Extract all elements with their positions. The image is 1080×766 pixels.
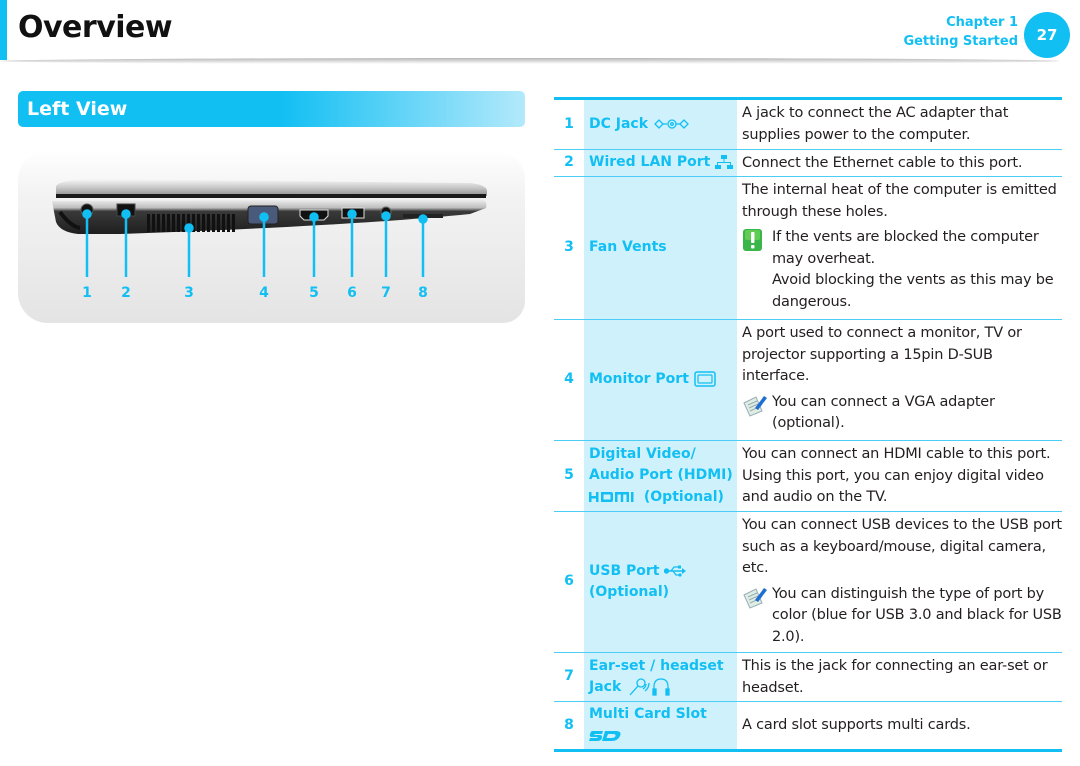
usb-icon	[664, 565, 687, 577]
row-number: 4	[554, 320, 584, 440]
ports-table: 1 DC Jack A jack to connect the AC adapt…	[554, 97, 1062, 752]
memo-text: You can connect a VGA adapter (optional)…	[772, 393, 995, 432]
port-description: This is the jack for connecting an ear-s…	[742, 658, 1048, 696]
port-name-text: USB Port	[589, 562, 660, 579]
table-row: 7 Ear-set / headset Jack This is the jac…	[554, 652, 1062, 701]
row-number: 8	[554, 702, 584, 749]
hdmi-icon	[589, 491, 634, 502]
port-name: Digital Video/ Audio Port (HDMI) (Option…	[584, 441, 737, 511]
lid-gap	[56, 194, 486, 198]
table-row: 8 Multi Card Slot A card slot supports m…	[554, 701, 1062, 749]
port-name-text: Wired LAN Port	[589, 154, 711, 171]
port-description: You can connect an HDMI cable to this po…	[742, 446, 1051, 505]
chapter-title: Getting Started	[903, 34, 1018, 49]
port-name-text: (Optional)	[589, 584, 670, 600]
port-name: Ear-set / headset Jack	[584, 653, 737, 701]
callout-3: 3	[184, 285, 194, 301]
callout-7: 7	[381, 285, 391, 301]
callout-4: 4	[259, 285, 269, 301]
callout-1: 1	[82, 285, 92, 301]
port-name: Fan Vents	[584, 177, 737, 319]
port-description: A jack to connect the AC adapter that su…	[742, 105, 1009, 143]
warning-icon	[743, 229, 762, 251]
port-name: Multi Card Slot	[584, 702, 737, 749]
page-number-badge: 27	[1024, 12, 1070, 58]
table-row: 3 Fan Vents The internal heat of the com…	[554, 176, 1062, 319]
callout-8: 8	[418, 285, 428, 301]
port-description: You can connect USB devices to the USB p…	[742, 517, 1062, 576]
row-number: 1	[554, 100, 584, 149]
port-name: USB Port (Optional)	[584, 512, 737, 652]
memo-note: You can distinguish the type of port by …	[742, 584, 1062, 649]
port-name-text: (Optional)	[643, 488, 724, 505]
memo-text: You can distinguish the type of port by …	[772, 585, 1062, 645]
table-row: 2 Wired LAN Port Connect the Ethernet ca…	[554, 149, 1062, 176]
row-number: 7	[554, 653, 584, 701]
sd-card-icon	[589, 730, 621, 741]
table-row: 1 DC Jack A jack to connect the AC adapt…	[554, 100, 1062, 149]
callout-6: 6	[347, 285, 357, 301]
table-row: 5 Digital Video/ Audio Port (HDMI) (Opti…	[554, 440, 1062, 511]
callout-2: 2	[121, 285, 131, 301]
laptop-lid	[56, 179, 488, 196]
memo-icon	[743, 395, 767, 417]
callout-5: 5	[309, 285, 319, 301]
port-name-text: Jack	[589, 679, 622, 695]
memo-note: You can connect a VGA adapter (optional)…	[742, 392, 1062, 435]
port-name-text: Fan Vents	[589, 239, 667, 256]
row-number: 6	[554, 512, 584, 652]
microphone-headphone-icon	[629, 678, 670, 696]
port-description: The internal heat of the computer is emi…	[742, 182, 1057, 220]
laptop-illustration	[52, 179, 488, 277]
port-name-text: Ear-set / headset	[589, 657, 724, 674]
port-description: Connect the Ethernet cable to this port.	[742, 155, 1023, 171]
dc-jack-icon	[654, 118, 689, 129]
lan-icon	[715, 155, 734, 170]
row-number: 2	[554, 150, 584, 176]
port-name: Monitor Port	[584, 320, 737, 440]
port-name-text: Monitor Port	[589, 371, 689, 388]
row-number: 3	[554, 177, 584, 319]
table-row: 4 Monitor Port A port used to connect a …	[554, 319, 1062, 440]
port-name-text: Audio Port (HDMI)	[589, 467, 733, 484]
port-description: A port used to connect a monitor, TV or …	[742, 325, 1022, 384]
port-name: DC Jack	[584, 100, 737, 149]
table-row: 6 USB Port (Optional) You can connect US…	[554, 511, 1062, 652]
chapter-label: Chapter 1	[946, 15, 1018, 30]
port-name: Wired LAN Port	[584, 150, 737, 176]
port-description: A card slot supports multi cards.	[742, 716, 971, 733]
row-number: 5	[554, 441, 584, 511]
port-name-text: Multi Card Slot	[589, 706, 707, 722]
warning-note: If the vents are blocked the computer ma…	[742, 227, 1062, 313]
chapter-info: Chapter 1 Getting Started	[903, 13, 1018, 51]
memo-icon	[743, 587, 767, 609]
monitor-icon	[694, 371, 716, 387]
warning-text: If the vents are blocked the computer ma…	[772, 229, 1039, 267]
warning-text-2: Avoid blocking the vents as this may be …	[772, 272, 1054, 310]
port-name-text: Digital Video/	[589, 445, 696, 462]
port-name-text: DC Jack	[589, 115, 649, 132]
